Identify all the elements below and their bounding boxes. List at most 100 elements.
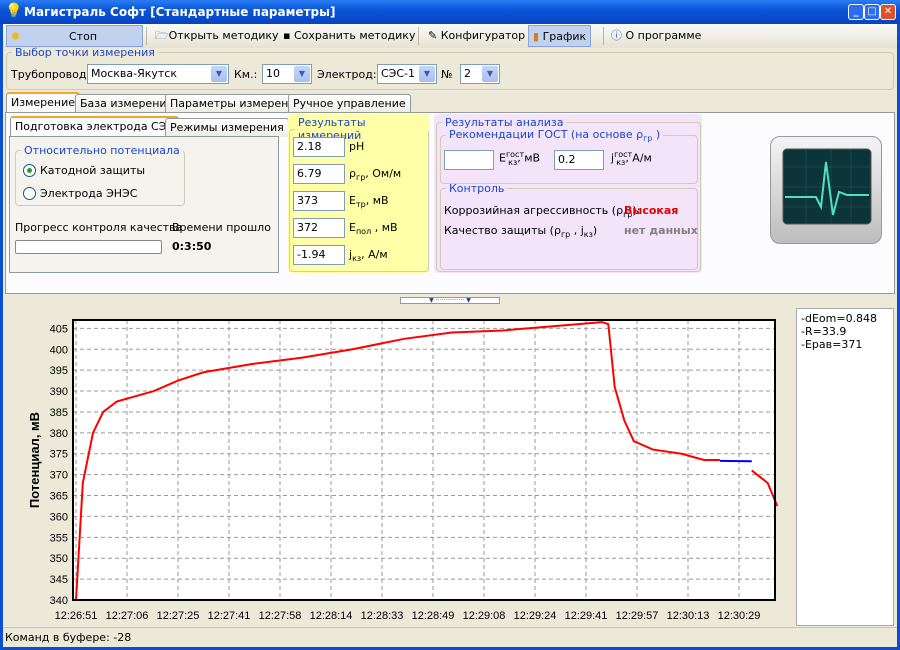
e-gost-input[interactable] [444,150,494,170]
legend-item: -R=33.9 [801,325,847,338]
x-tick-label: 12:27:41 [208,610,251,622]
y-tick-label: 340 [50,595,68,607]
toolbar: ✺ Стоп 🗁Открыть методику ▪ Сохранить мето… [3,24,897,48]
title-bar: 💡 Магистраль Софт [Стандартные параметры… [0,0,900,24]
potential-legend: Относительно потенциала [24,144,180,157]
y-tick-label: 360 [50,511,68,523]
monitor-icon [770,136,882,244]
quality-label: Качество защиты (ρгр , jкз) [444,224,598,240]
measure-unit: pH [349,140,365,153]
quality-value: нет данных [624,224,698,237]
open-label: Открыть методику [168,29,279,42]
measure-value-input[interactable]: 6.79 [293,164,345,184]
x-tick-label: 12:28:14 [310,610,353,622]
elapsed-label: Времени прошло [172,221,271,234]
electrode-label: Электрод: [317,68,377,81]
y-tick-label: 355 [50,532,68,544]
electrode-value: СЭС-1 [381,67,416,80]
y-tick-label: 370 [50,470,68,482]
measure-value-input[interactable]: 373 [293,191,345,211]
chart-icon: ▮ [533,30,540,43]
separator [146,27,147,45]
pencil-icon: ✎ [428,29,438,42]
control-legend: Контроль [449,182,505,195]
aggressiveness-value: Высокая [624,204,679,217]
chevron-down-icon: ▼ [294,66,310,82]
status-bar: Команд в буфере: -28 [3,627,897,647]
open-method-button[interactable]: 🗁Открыть методику [151,25,283,47]
num-label: № [441,68,453,81]
save-label: Сохранить методику [293,29,416,42]
x-axis-label: Время, ч:м:с [383,624,465,626]
x-tick-label: 12:30:13 [667,610,710,622]
electrode-select[interactable]: СЭС-1 ▼ [377,64,437,84]
about-button[interactable]: ⓘ О программе [607,25,705,47]
pipeline-label: Трубопровод: [11,68,91,81]
pipeline-select[interactable]: Москва-Якутск ▼ [87,64,229,84]
radio-cathodic[interactable] [23,164,36,177]
window-title: Магистраль Софт [Стандартные параметры] [24,5,336,19]
j-gost-unit: jгосткз, А/м [611,150,652,167]
e-gost-unit: Eгосткз, мВ [499,150,541,167]
x-tick-label: 12:29:08 [463,610,506,622]
y-tick-label: 380 [50,428,68,440]
graph-button[interactable]: ▮ График [528,25,592,47]
chevron-down-icon: ▼ [482,66,498,82]
save-method-button[interactable]: ▪ Сохранить методику [279,25,419,47]
maximize-button[interactable]: □ [864,4,880,20]
progress-label: Прогресс контроля качества [15,221,183,234]
tab-manual[interactable]: Ручное управление [288,94,411,113]
radio-cathodic-label: Катодной защиты [40,164,146,177]
measure-value-input[interactable]: -1.94 [293,245,345,265]
aggressiveness-label: Коррозийная агрессивность (ρгр): [444,204,641,220]
splitter-handle[interactable]: ▼ ··············· ▼ [400,297,500,304]
x-tick-label: 12:28:49 [412,610,455,622]
pipeline-value: Москва-Якутск [91,67,178,80]
y-tick-label: 395 [50,365,68,377]
x-tick-label: 12:27:58 [259,610,302,622]
tab-parameters[interactable]: Параметры измерения [165,94,308,113]
x-tick-label: 12:27:06 [106,610,149,622]
about-label: О программе [625,29,702,42]
legend-item: -Eрав=371 [801,338,863,351]
measure-unit: jкз, А/м [349,248,388,264]
chart-legend-box: -dEom=0.848 -R=33.9 -Eрав=371 [796,308,894,626]
graph-label: График [542,30,587,43]
floppy-icon: ▪ [283,29,291,42]
num-value: 2 [464,67,471,80]
chevron-down-icon: ▼ [419,66,435,82]
y-tick-label: 365 [50,491,68,503]
subtab-modes[interactable]: Режимы измерения [165,118,289,137]
j-gost-input[interactable]: 0.2 [554,150,604,170]
x-tick-label: 12:29:41 [565,610,608,622]
measure-unit: ρгр, Ом/м [349,167,402,183]
measure-value-input[interactable]: 372 [293,218,345,238]
elapsed-value: 0:3:50 [172,240,212,253]
y-tick-label: 385 [50,407,68,419]
sun-icon: ✺ [11,30,21,43]
km-value: 10 [266,67,280,80]
measure-value-input[interactable]: 2.18 [293,137,345,157]
subtab-electrode-prep[interactable]: Подготовка электрода СЭС [10,116,180,137]
radio-enes[interactable] [23,187,36,200]
tab-database[interactable]: База измерений [75,94,179,113]
minimize-button[interactable]: _ [848,4,864,20]
status-text: Команд в буфере: -28 [5,631,132,644]
legend-item: -dEom=0.848 [801,312,878,325]
radio-enes-label: Электрода ЭНЭС [40,187,138,200]
quality-progress-bar [15,240,162,254]
num-select[interactable]: 2 ▼ [460,64,500,84]
x-tick-label: 12:29:57 [616,610,659,622]
tab-measurement[interactable]: Измерение [6,92,81,113]
close-button[interactable]: ✕ [880,4,896,20]
stop-label: Стоп [69,30,98,43]
km-select[interactable]: 10 ▼ [262,64,312,84]
chevron-down-icon: ▼ [211,66,227,82]
lightbulb-icon: 💡 [5,3,23,19]
config-label: Конфигуратор [440,29,526,42]
measure-unit: Eпол , мВ [349,221,398,237]
configurator-button[interactable]: ✎ Конфигуратор [424,25,529,47]
measure-unit: Eтр, мВ [349,194,389,210]
stop-button[interactable]: ✺ Стоп [6,25,143,47]
y-tick-label: 375 [50,449,68,461]
